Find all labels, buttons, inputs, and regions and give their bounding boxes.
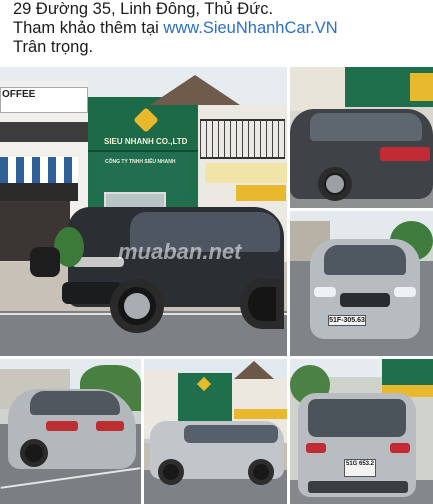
license-plate: 51F-305.63 (328, 315, 366, 326)
reference-line: Tham khảo thêm tại www.SieuNhanhCar.VN (13, 19, 428, 38)
closing-line: Trân trọng. (13, 38, 94, 56)
coffee-sign: OFFEE (2, 89, 36, 100)
photo-van-rear[interactable]: 51G 653.2 (290, 359, 433, 504)
store-sign: SIEU NHANH CO.,LTD (104, 137, 188, 146)
reference-prefix: Tham khảo thêm tại (13, 19, 164, 37)
photo-sedan-front[interactable]: 51F-305.63 (290, 211, 433, 356)
photo-grid: OFFEE SIEU NHANH CO.,LTD CÔNG TY TNHH SI… (0, 67, 433, 504)
photo-main[interactable]: OFFEE SIEU NHANH CO.,LTD CÔNG TY TNHH SI… (0, 67, 287, 356)
photo-sedan-rear[interactable] (0, 359, 141, 504)
store-subsign: CÔNG TY TNHH SIÊU NHANH (105, 159, 176, 165)
photo-suv-rear[interactable] (290, 67, 433, 208)
watermark: muaban.net (118, 239, 242, 264)
post-message: 29 Đường 35, Linh Đông, Thủ Đức. Tham kh… (13, 0, 428, 57)
photo-store-van[interactable] (144, 359, 287, 504)
license-plate: 51G 653.2 (344, 459, 376, 477)
address-line: 29 Đường 35, Linh Đông, Thủ Đức. (13, 0, 274, 18)
website-link[interactable]: www.SieuNhanhCar.VN (163, 19, 337, 37)
